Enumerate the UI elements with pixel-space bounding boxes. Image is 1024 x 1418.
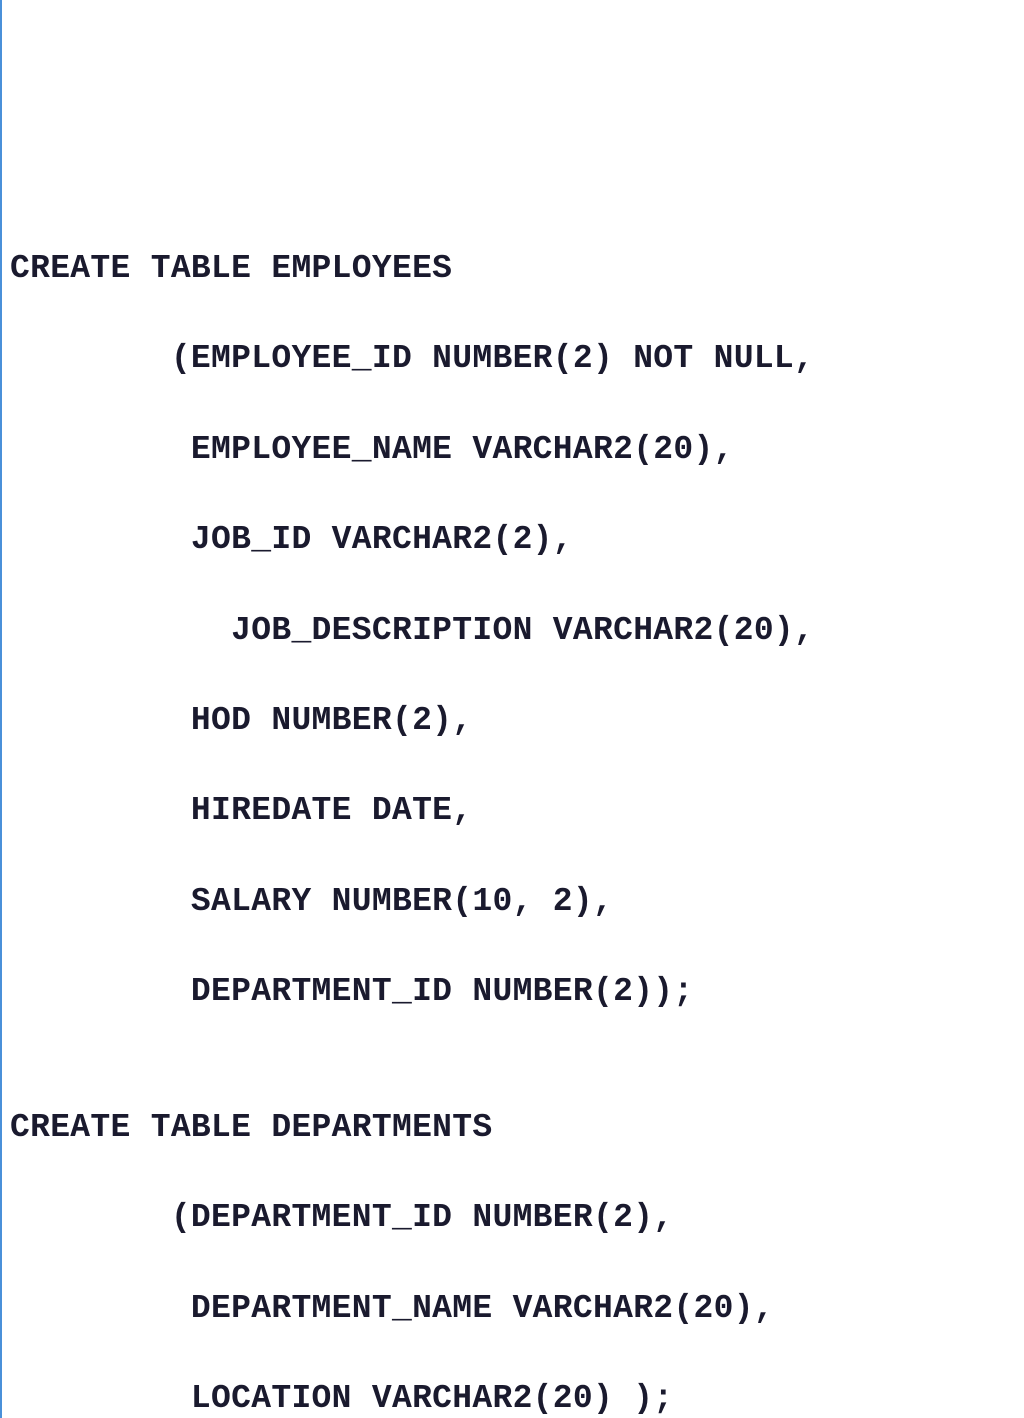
code-line: DEPARTMENT_NAME VARCHAR2(20), xyxy=(10,1286,1024,1331)
sql-code-block: CREATE TABLE EMPLOYEES (EMPLOYEE_ID NUMB… xyxy=(10,201,1024,1418)
code-line: HOD NUMBER(2), xyxy=(10,698,1024,743)
code-line: HIREDATE DATE, xyxy=(10,788,1024,833)
code-line: SALARY NUMBER(10, 2), xyxy=(10,879,1024,924)
code-line: EMPLOYEE_NAME VARCHAR2(20), xyxy=(10,427,1024,472)
code-line: (EMPLOYEE_ID NUMBER(2) NOT NULL, xyxy=(10,336,1024,381)
code-line: CREATE TABLE DEPARTMENTS xyxy=(10,1105,1024,1150)
code-line: JOB_ID VARCHAR2(2), xyxy=(10,517,1024,562)
code-line: LOCATION VARCHAR2(20) ); xyxy=(10,1376,1024,1418)
code-line: DEPARTMENT_ID NUMBER(2)); xyxy=(10,969,1024,1014)
code-line: (DEPARTMENT_ID NUMBER(2), xyxy=(10,1195,1024,1240)
code-line: CREATE TABLE EMPLOYEES xyxy=(10,246,1024,291)
code-line: JOB_DESCRIPTION VARCHAR2(20), xyxy=(10,608,1024,653)
